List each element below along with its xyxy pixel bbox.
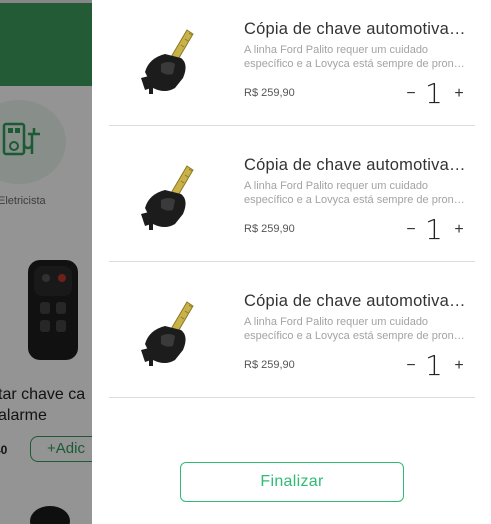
item-description-line: A linha Ford Palito requer um cuidado [244, 180, 429, 192]
increase-quantity-button[interactable]: + [451, 222, 467, 238]
cart-item: Cópia de chave automotiva Ford Palito A … [109, 0, 475, 126]
item-description-line: específico e a Lovyca está sempre de pro… [244, 58, 466, 70]
quantity-value: 1 [425, 77, 443, 110]
item-description: A linha Ford Palito requer um cuidado es… [244, 43, 466, 71]
item-description-line: específico e a Lovyca está sempre de pro… [244, 194, 466, 206]
car-key-image [141, 165, 194, 230]
item-title[interactable]: Cópia de chave automotiva Ford Palito [244, 20, 470, 39]
cart-drawer: Cópia de chave automotiva Ford Palito A … [92, 0, 491, 524]
item-price: R$ 259,90 [244, 223, 295, 235]
car-key-image [141, 29, 194, 94]
increase-quantity-button[interactable]: + [451, 86, 467, 102]
increase-quantity-button[interactable]: + [451, 358, 467, 374]
item-description: A linha Ford Palito requer um cuidado es… [244, 315, 466, 343]
item-description: A linha Ford Palito requer um cuidado es… [244, 179, 466, 207]
item-title[interactable]: Cópia de chave automotiva Ford Palito [244, 292, 470, 311]
item-description-line: A linha Ford Palito requer um cuidado [244, 44, 429, 56]
item-price: R$ 259,90 [244, 87, 295, 99]
quantity-value: 1 [425, 213, 443, 246]
cart-item: Cópia de chave automotiva Ford Palito A … [109, 262, 475, 398]
item-title[interactable]: Cópia de chave automotiva Ford Palito [244, 156, 470, 175]
quantity-value: 1 [425, 349, 443, 382]
cart-item: Cópia de chave automotiva Ford Palito A … [109, 126, 475, 262]
item-description-line: A linha Ford Palito requer um cuidado [244, 316, 429, 328]
decrease-quantity-button[interactable]: − [403, 86, 419, 102]
decrease-quantity-button[interactable]: − [403, 358, 419, 374]
item-description-line: específico e a Lovyca está sempre de pro… [244, 330, 466, 342]
car-key-image [141, 301, 194, 366]
finish-button[interactable]: Finalizar [180, 462, 404, 502]
decrease-quantity-button[interactable]: − [403, 222, 419, 238]
item-price: R$ 259,90 [244, 359, 295, 371]
